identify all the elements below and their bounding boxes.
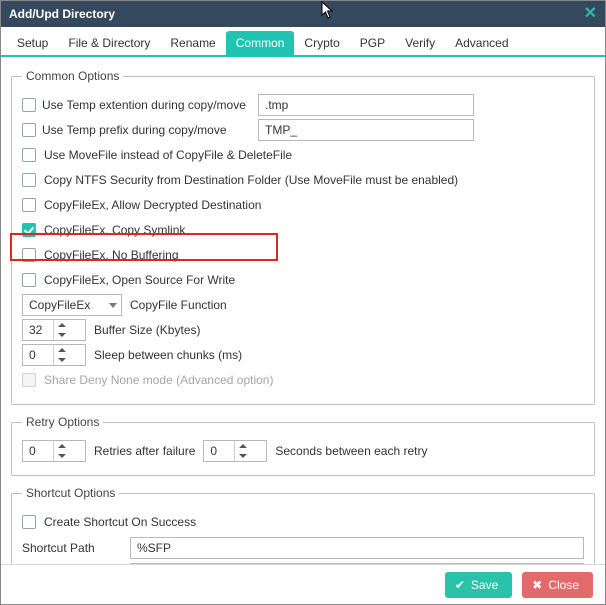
sleep-chunks-stepper[interactable]: 0 [22,344,86,366]
buffer-size-stepper[interactable]: 32 [22,319,86,341]
create-shortcut-checkbox[interactable] [22,515,36,529]
buffer-size-value: 32 [23,320,53,340]
close-icon: ✖ [532,579,542,591]
retry-seconds-value: 0 [204,441,234,461]
buffer-size-down[interactable] [54,330,69,340]
sleep-chunks-value: 0 [23,345,53,365]
window-title: Add/Upd Directory [9,7,115,21]
copy-ntfs-checkbox[interactable] [22,173,36,187]
retries-up[interactable] [54,441,69,451]
share-deny-checkbox [22,373,36,387]
tab-crypto[interactable]: Crypto [294,31,349,55]
tab-rename[interactable]: Rename [160,31,225,55]
open-source-write-checkbox[interactable] [22,273,36,287]
share-deny-label: Share Deny None mode (Advanced option) [44,373,273,387]
shortcut-path-input[interactable] [130,537,584,559]
buffer-size-label: Buffer Size (Kbytes) [94,323,201,337]
allow-decrypted-label: CopyFileEx, Allow Decrypted Destination [44,198,261,212]
shortcut-path-label: Shortcut Path [22,541,122,555]
copyfile-function-label: CopyFile Function [130,298,227,312]
sleep-chunks-label: Sleep between chunks (ms) [94,348,242,362]
tab-common[interactable]: Common [226,31,295,55]
no-buffering-checkbox[interactable] [22,248,36,262]
retry-options-group: Retry Options 0 Retries after failure 0 … [11,415,595,476]
use-temp-prefix-checkbox[interactable] [22,123,36,137]
tab-setup[interactable]: Setup [7,31,58,55]
copyfile-function-select[interactable]: CopyFileEx [22,294,122,316]
tab-pgp[interactable]: PGP [350,31,395,55]
use-movefile-label: Use MoveFile instead of CopyFile & Delet… [44,148,292,162]
copy-ntfs-label: Copy NTFS Security from Destination Fold… [44,173,458,187]
temp-prefix-input[interactable] [258,119,474,141]
retry-seconds-label: Seconds between each retry [275,444,427,458]
copy-symlink-label: CopyFileEx, Copy Symlink [44,223,185,237]
retries-down[interactable] [54,451,69,461]
sleep-chunks-up[interactable] [54,345,69,355]
use-temp-ext-label: Use Temp extention during copy/move [42,98,246,112]
chevron-down-icon [109,303,117,308]
create-shortcut-label: Create Shortcut On Success [44,515,196,529]
tab-verify[interactable]: Verify [395,31,445,55]
tab-advanced[interactable]: Advanced [445,31,518,55]
common-options-group: Common Options Use Temp extention during… [11,69,595,405]
open-source-write-label: CopyFileEx, Open Source For Write [44,273,235,287]
temp-ext-input[interactable] [258,94,474,116]
close-button[interactable]: ✖ Close [522,572,593,598]
copy-symlink-checkbox[interactable] [22,223,36,237]
copyfile-function-value: CopyFileEx [29,298,90,312]
close-button-label: Close [548,578,579,592]
retries-label: Retries after failure [94,444,195,458]
retry-seconds-stepper[interactable]: 0 [203,440,267,462]
save-button-label: Save [471,578,498,592]
common-options-legend: Common Options [22,69,123,83]
use-movefile-checkbox[interactable] [22,148,36,162]
use-temp-prefix-label: Use Temp prefix during copy/move [42,123,227,137]
allow-decrypted-checkbox[interactable] [22,198,36,212]
sleep-chunks-down[interactable] [54,355,69,365]
retries-value: 0 [23,441,53,461]
use-temp-ext-checkbox[interactable] [22,98,36,112]
no-buffering-label: CopyFileEx, No Buffering [44,248,179,262]
retries-stepper[interactable]: 0 [22,440,86,462]
titlebar-close-icon[interactable]: ✕ [584,6,597,22]
check-icon: ✔ [455,579,465,591]
retry-options-legend: Retry Options [22,415,103,429]
tab-bar: Setup File & Directory Rename Common Cry… [1,27,605,57]
tab-file-directory[interactable]: File & Directory [58,31,160,55]
buffer-size-up[interactable] [54,320,69,330]
retry-seconds-up[interactable] [235,441,250,451]
shortcut-options-legend: Shortcut Options [22,486,119,500]
save-button[interactable]: ✔ Save [445,572,512,598]
retry-seconds-down[interactable] [235,451,250,461]
